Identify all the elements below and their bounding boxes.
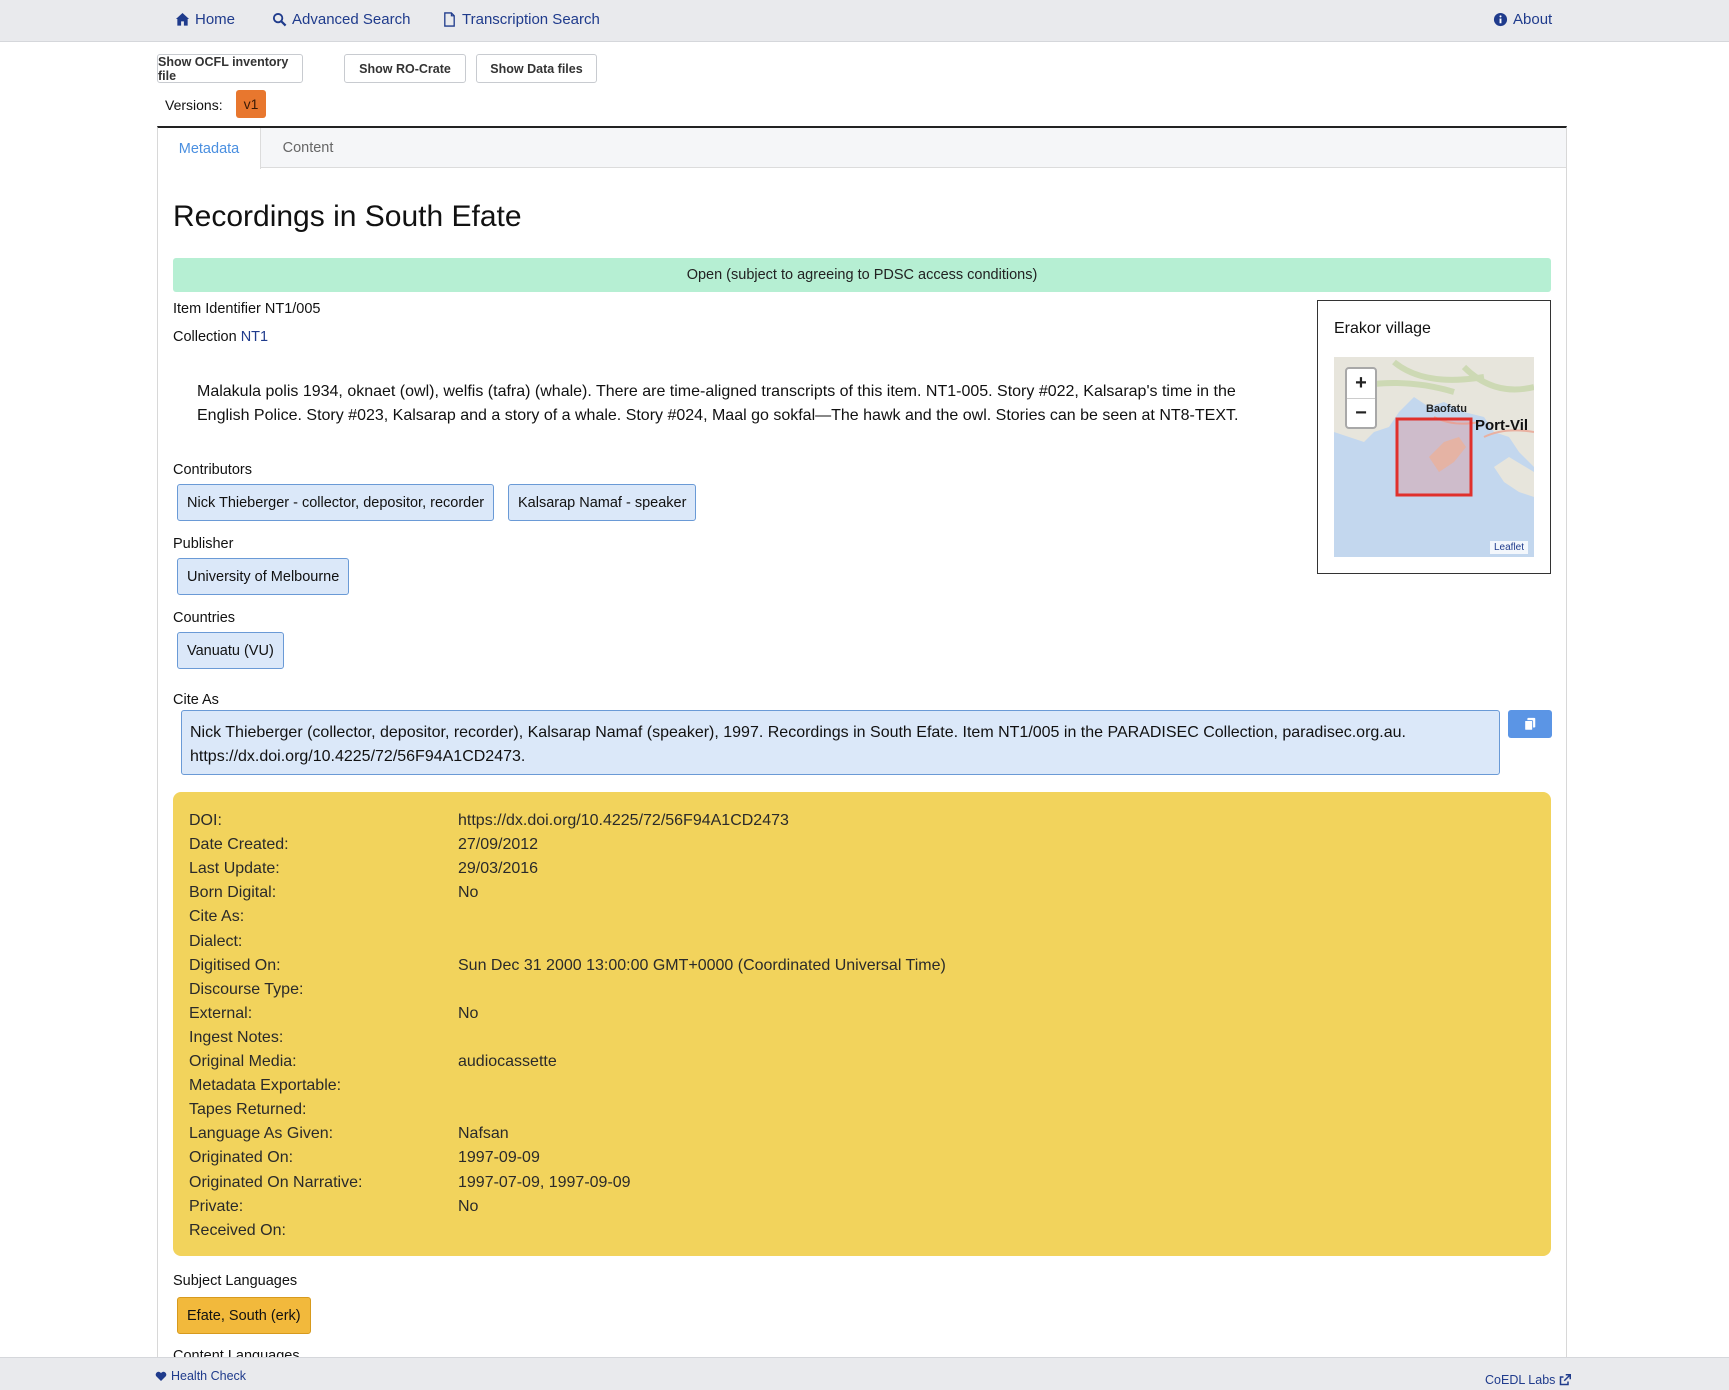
map-zoom-control: + −	[1345, 367, 1377, 429]
detail-label: External:	[189, 1005, 253, 1022]
detail-label: Digitised On:	[189, 957, 281, 974]
item-identifier-line: Item Identifier NT1/005	[173, 301, 321, 317]
search-icon	[272, 12, 287, 27]
detail-label: Cite As:	[189, 908, 245, 925]
map-title: Erakor village	[1334, 320, 1431, 337]
show-ocfl-button[interactable]: Show OCFL inventory file	[157, 54, 303, 83]
coedl-labs-label: CoEDL Labs	[1485, 1373, 1556, 1387]
publisher-chip[interactable]: University of Melbourne	[177, 558, 350, 595]
detail-value: https://dx.doi.org/10.4225/72/56F94A1CD2…	[458, 812, 789, 829]
tab-bar	[158, 128, 1566, 168]
nav-advanced-search-label: Advanced Search	[292, 11, 411, 28]
detail-value: audiocassette	[458, 1053, 557, 1070]
copy-citation-button[interactable]	[1508, 710, 1552, 738]
detail-label: Tapes Returned:	[189, 1101, 307, 1118]
detail-label: Received On:	[189, 1222, 286, 1239]
version-badge[interactable]: v1	[236, 90, 266, 118]
home-icon	[175, 12, 190, 26]
zoom-out-button[interactable]: −	[1347, 398, 1375, 427]
detail-label: DOI:	[189, 812, 222, 829]
detail-value: No	[458, 1198, 479, 1215]
detail-value: 27/09/2012	[458, 836, 539, 853]
heartbeat-icon	[155, 1371, 167, 1381]
detail-label: Dialect:	[189, 933, 243, 950]
nav-home[interactable]: Home	[175, 11, 235, 28]
nav-transcription-search-label: Transcription Search	[462, 11, 600, 28]
collection-line: Collection NT1	[173, 329, 268, 345]
page-title: Recordings in South Efate	[173, 200, 522, 233]
detail-label: Language As Given:	[189, 1125, 334, 1142]
tab-content[interactable]: Content	[262, 128, 354, 168]
nav-about-label: About	[1513, 11, 1553, 28]
footer: Health Check CoEDL Labs	[0, 1357, 1729, 1390]
show-data-files-button[interactable]: Show Data files	[476, 54, 597, 83]
copy-icon	[1524, 717, 1536, 731]
detail-value: No	[458, 884, 479, 901]
country-chip[interactable]: Vanuatu (VU)	[177, 632, 284, 669]
detail-label: Date Created:	[189, 836, 289, 853]
item-details-panel	[173, 792, 1551, 1256]
citation-text: Nick Thieberger (collector, depositor, r…	[181, 710, 1500, 775]
detail-label: Last Update:	[189, 860, 280, 877]
nav-about[interactable]: About	[1493, 11, 1552, 28]
detail-label: Originated On Narrative:	[189, 1174, 363, 1191]
collection-link[interactable]: NT1	[241, 329, 268, 345]
detail-value: 1997-09-09	[458, 1149, 540, 1166]
detail-label: Original Media:	[189, 1053, 297, 1070]
health-check-link[interactable]: Health Check	[155, 1369, 246, 1383]
nav-advanced-search[interactable]: Advanced Search	[272, 11, 410, 28]
item-identifier-value: NT1/005	[264, 301, 321, 317]
subject-languages-label: Subject Languages	[173, 1273, 298, 1289]
detail-label: Born Digital:	[189, 884, 277, 901]
info-icon	[1493, 12, 1508, 27]
coedl-labs-link[interactable]: CoEDL Labs	[1485, 1373, 1572, 1387]
top-nav: Home Advanced Search Transcription Searc…	[0, 0, 1729, 42]
detail-label: Originated On:	[189, 1149, 294, 1166]
zoom-in-button[interactable]: +	[1347, 369, 1375, 398]
detail-label: Ingest Notes:	[189, 1029, 284, 1046]
leaflet-attribution-link[interactable]: Leaflet	[1490, 541, 1529, 554]
contributors-label: Contributors	[173, 462, 252, 478]
detail-label: Metadata Exportable:	[189, 1077, 342, 1094]
detail-label: Private:	[189, 1198, 244, 1215]
versions-label: Versions:	[165, 97, 223, 113]
health-check-label: Health Check	[171, 1369, 247, 1383]
detail-value: 1997-07-09, 1997-09-09	[458, 1174, 631, 1191]
external-link-icon	[1560, 1374, 1572, 1386]
cite-as-label: Cite As	[173, 692, 219, 708]
detail-value: Nafsan	[458, 1125, 509, 1142]
subject-language-chip[interactable]: Efate, South (erk)	[177, 1297, 311, 1334]
tab-metadata[interactable]: Metadata	[158, 128, 261, 169]
item-description: Malakula polis 1934, oknaet (owl), welfi…	[197, 383, 1239, 424]
map-place-label: Baofatu	[1426, 403, 1467, 415]
detail-value: No	[458, 1005, 479, 1022]
show-rocrate-button[interactable]: Show RO-Crate	[344, 54, 466, 83]
nav-transcription-search[interactable]: Transcription Search	[442, 11, 600, 28]
item-identifier-label: Item Identifier	[173, 301, 261, 317]
countries-label: Countries	[173, 610, 236, 626]
map-place-label: Port-Vil	[1475, 417, 1529, 434]
detail-value: 29/03/2016	[458, 860, 539, 877]
detail-label: Discourse Type:	[189, 981, 304, 998]
collection-label: Collection	[173, 329, 237, 345]
file-icon	[444, 12, 455, 27]
access-status-banner: Open (subject to agreeing to PDSC access…	[173, 258, 1551, 292]
detail-value: Sun Dec 31 2000 13:00:00 GMT+0000 (Coord…	[458, 957, 946, 974]
contributor-chip[interactable]: Nick Thieberger - collector, depositor, …	[177, 484, 495, 521]
contributor-chip[interactable]: Kalsarap Namaf - speaker	[508, 484, 697, 521]
nav-home-label: Home	[195, 11, 236, 28]
publisher-label: Publisher	[173, 536, 234, 552]
